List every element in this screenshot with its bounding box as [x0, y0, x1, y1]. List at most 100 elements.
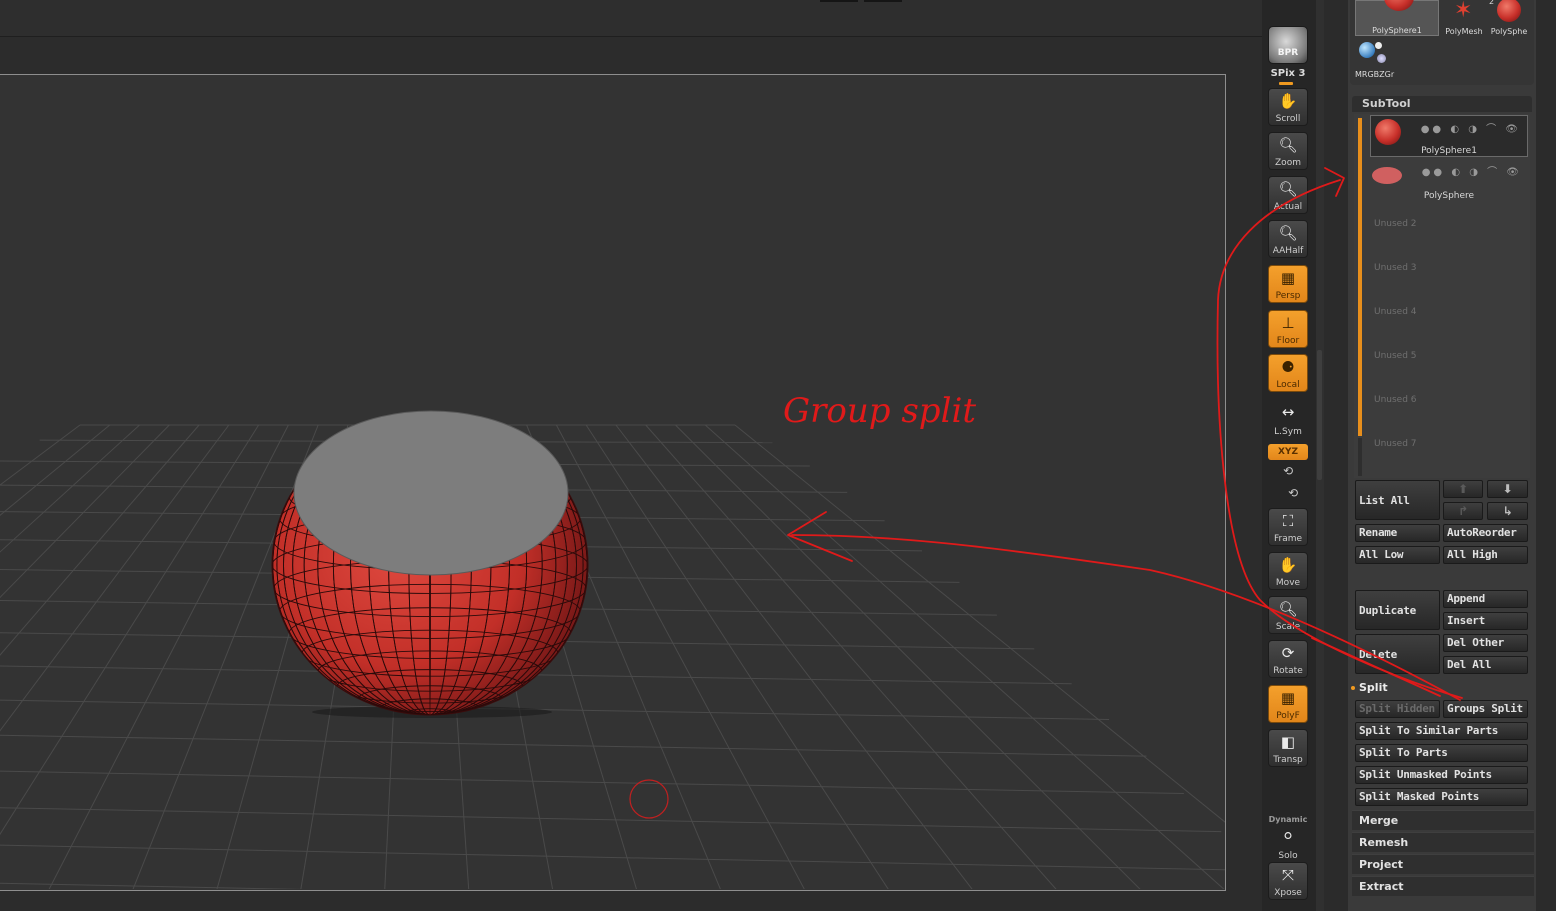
subtool-slot-unused[interactable]: Unused 7	[1374, 439, 1417, 449]
split-masked-points-button[interactable]: Split Masked Points	[1355, 788, 1528, 806]
move-down-arrow-icon[interactable]: ⬇	[1487, 480, 1528, 498]
actual-button[interactable]: 🔍︎ Actual	[1268, 176, 1308, 214]
rotate-button[interactable]: ⟳ Rotate	[1268, 640, 1308, 678]
xpose-button[interactable]: ⤧ Xpose	[1268, 862, 1308, 900]
split-to-similar-parts-button[interactable]: Split To Similar Parts	[1355, 722, 1528, 740]
subtool-header[interactable]: SubTool	[1352, 96, 1532, 112]
split-subpalette-header[interactable]: Split	[1352, 680, 1534, 696]
tool-thumb-polysphere1[interactable]: PolySphere1	[1355, 0, 1439, 36]
subtool-item-polysphere[interactable]: ●● ◐ ◑ ⌒ 👁︎ PolySphere	[1370, 159, 1528, 201]
move-to-bottom-icon[interactable]: ↳	[1487, 502, 1528, 520]
subtool-slot-unused[interactable]: Unused 5	[1374, 351, 1417, 361]
solo-button[interactable]: ⚪ Solo	[1268, 824, 1308, 862]
transp-label: Transp	[1273, 755, 1303, 765]
lsym-button[interactable]: ↔ L.Sym	[1268, 400, 1308, 438]
append-button[interactable]: Append	[1443, 590, 1528, 608]
subtool-scroll-track[interactable]	[1358, 438, 1362, 476]
zoom-button[interactable]: 🔍︎ Zoom	[1268, 132, 1308, 170]
subtool-slot-unused[interactable]: Unused 6	[1374, 395, 1417, 405]
zoom-label: Zoom	[1275, 158, 1301, 168]
xyz-rotation-button[interactable]: XYZ	[1268, 444, 1308, 460]
subtool-visibility-icons[interactable]: ●● ◐ ◑ ⌒ 👁︎	[1421, 120, 1521, 135]
polymesh-star-icon: ✶	[1454, 0, 1473, 23]
merge-subpalette-header[interactable]: Merge	[1352, 810, 1534, 830]
subtool-list-scrollbar[interactable]	[1358, 118, 1362, 436]
all-high-button[interactable]: All High	[1443, 546, 1528, 564]
move-up-arrow-icon[interactable]: ⬆	[1443, 480, 1483, 498]
frame-button[interactable]: ⛶ Frame	[1268, 508, 1308, 546]
persp-label: Persp	[1275, 291, 1301, 301]
scroll-label: Scroll	[1275, 114, 1301, 124]
dynamic-label: Dynamic	[1268, 815, 1308, 824]
remesh-subpalette-header[interactable]: Remesh	[1352, 832, 1534, 852]
scale-button[interactable]: 🔍︎ Scale	[1268, 596, 1308, 634]
split-unmasked-points-button[interactable]: Split Unmasked Points	[1355, 766, 1528, 784]
local-label: Local	[1276, 380, 1300, 390]
autoreorder-button[interactable]: AutoReorder	[1443, 524, 1528, 542]
spix-slider-bar[interactable]	[1279, 82, 1293, 85]
local-button[interactable]: ⚈ Local	[1268, 354, 1308, 392]
split-hidden-button[interactable]: Split Hidden	[1355, 700, 1440, 718]
perspective-grid-icon: ▦	[1280, 269, 1296, 287]
split-to-parts-button[interactable]: Split To Parts	[1355, 744, 1528, 762]
subtool-slot-unused[interactable]: Unused 4	[1374, 307, 1417, 317]
polysphere-mesh[interactable]	[271, 410, 589, 718]
polysphere-thumbnail-icon	[1384, 0, 1414, 11]
subtool-visibility-icons[interactable]: ●● ◐ ◑ ⌒ 👁︎	[1422, 163, 1522, 178]
brush-cursor	[629, 779, 669, 819]
move-to-top-icon[interactable]: ↱	[1443, 502, 1483, 520]
mrgbzgrabber-icon-dot	[1377, 54, 1386, 63]
subtool-thumb-icon	[1375, 119, 1401, 145]
hand-icon: ✋	[1278, 92, 1298, 110]
xpose-icon: ⤧	[1281, 866, 1294, 884]
lsym-label: L.Sym	[1274, 427, 1302, 437]
project-subpalette-header[interactable]: Project	[1352, 854, 1534, 874]
tool-thumb-polymesh[interactable]: ✶ PolyMesh	[1442, 0, 1486, 36]
bpr-render-button[interactable]: BPR	[1268, 26, 1308, 64]
extract-subpalette-header[interactable]: Extract	[1352, 876, 1534, 896]
spix-slider[interactable]: SPix 3	[1262, 68, 1314, 79]
floor-label: Floor	[1276, 336, 1300, 346]
tool-thumb-polysphere-small[interactable]: 2 PolySphe	[1487, 0, 1531, 36]
tray-collapse-handle[interactable]	[1317, 350, 1322, 480]
scale-label: Scale	[1275, 622, 1301, 632]
bpr-label: BPR	[1277, 48, 1299, 58]
move-hand-icon: ✋	[1278, 556, 1298, 574]
subtool-item-polysphere1[interactable]: ●● ◐ ◑ ⌒ 👁︎ PolySphere1	[1370, 115, 1528, 157]
aahalf-button[interactable]: 🔍︎ AAHalf	[1268, 220, 1308, 258]
polysphere-small-icon	[1497, 0, 1521, 22]
delete-button[interactable]: Delete	[1355, 634, 1440, 674]
subtool-item-name: PolySphere1	[1421, 146, 1477, 156]
tool-thumb-mrgbzgrabber[interactable]: MRGBZGr	[1355, 40, 1399, 82]
insert-button[interactable]: Insert	[1443, 612, 1528, 630]
duplicate-button[interactable]: Duplicate	[1355, 590, 1440, 630]
mrgbzgrabber-icon-dot	[1375, 42, 1382, 49]
floor-grid	[0, 424, 1225, 889]
move-button[interactable]: ✋ Move	[1268, 552, 1308, 590]
rotate-z-icon[interactable]: ⟲	[1283, 486, 1303, 500]
transp-button[interactable]: ◧ Transp	[1268, 729, 1308, 767]
tool-thumb-label: PolySphere1	[1372, 26, 1422, 35]
canvas-scene[interactable]	[0, 0, 1262, 911]
hidden-polygroup-cap	[294, 411, 568, 575]
subtool-slot-unused[interactable]: Unused 3	[1374, 263, 1417, 273]
subtool-slot-unused[interactable]: Unused 2	[1374, 219, 1417, 229]
all-low-button[interactable]: All Low	[1355, 546, 1440, 564]
del-all-button[interactable]: Del All	[1443, 656, 1528, 674]
scroll-button[interactable]: ✋ Scroll	[1268, 88, 1308, 126]
rotate-y-icon[interactable]: ⟲	[1278, 464, 1298, 478]
frame-icon: ⛶	[1282, 512, 1294, 530]
list-all-button[interactable]: List All	[1355, 480, 1440, 520]
floor-button[interactable]: ⊥ Floor	[1268, 310, 1308, 348]
groups-split-button[interactable]: Groups Split	[1443, 700, 1528, 718]
rename-button[interactable]: Rename	[1355, 524, 1440, 542]
del-other-button[interactable]: Del Other	[1443, 634, 1528, 652]
rotate-icon: ⟳	[1281, 644, 1295, 662]
rotate-label: Rotate	[1273, 666, 1303, 676]
persp-button[interactable]: ▦ Persp	[1268, 265, 1308, 303]
tool-count-badge: 2	[1489, 0, 1495, 6]
local-transform-icon: ⚈	[1281, 358, 1295, 376]
magnifier-aahalf-icon: 🔍︎	[1278, 224, 1298, 242]
frame-label: Frame	[1273, 534, 1303, 544]
polyf-button[interactable]: ▦ PolyF	[1268, 685, 1308, 723]
